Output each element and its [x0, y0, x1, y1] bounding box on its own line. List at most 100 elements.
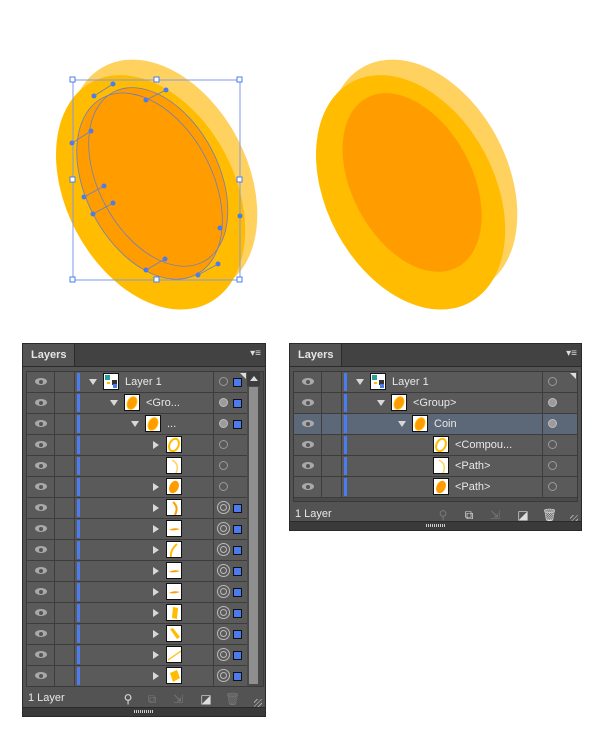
panel-resize-bar[interactable] [290, 521, 581, 530]
layer-name[interactable]: Layer 1 [392, 372, 429, 392]
selection-indicator[interactable] [233, 651, 242, 660]
create-sublayer-icon[interactable]: ⇲ [488, 508, 502, 522]
visibility-toggle[interactable] [27, 603, 55, 623]
lock-toggle[interactable] [55, 519, 75, 539]
target-icon[interactable] [219, 440, 228, 449]
target-cell[interactable] [542, 393, 577, 413]
selection-indicator[interactable] [233, 546, 242, 555]
target-icon[interactable] [217, 648, 230, 661]
layer-name[interactable]: <Path> [455, 477, 490, 497]
visibility-toggle[interactable] [294, 372, 322, 392]
layer-row[interactable] [27, 519, 247, 540]
lock-toggle[interactable] [55, 435, 75, 455]
create-new-layer-icon[interactable]: ◪ [516, 508, 530, 522]
layer-row[interactable] [27, 561, 247, 582]
visibility-toggle[interactable] [27, 582, 55, 602]
locate-object-icon[interactable]: ⚲ [436, 508, 450, 522]
disclosure-collapsed-icon[interactable] [153, 609, 159, 617]
disclosure-expanded-icon[interactable] [110, 400, 118, 406]
disclosure-collapsed-icon[interactable] [153, 588, 159, 596]
layer-row[interactable] [27, 624, 247, 645]
disclosure-expanded-icon[interactable] [89, 379, 97, 385]
layers-tab[interactable]: Layers [290, 344, 343, 366]
visibility-toggle[interactable] [294, 435, 322, 455]
layer-row[interactable] [27, 603, 247, 624]
layer-name[interactable]: ... [167, 414, 176, 434]
disclosure-expanded-icon[interactable] [131, 421, 139, 427]
visibility-toggle[interactable] [27, 645, 55, 665]
layer-name[interactable]: <Path> [455, 456, 490, 476]
target-cell[interactable] [213, 477, 247, 497]
disclosure-collapsed-icon[interactable] [153, 672, 159, 680]
disclosure-expanded-icon[interactable] [398, 421, 406, 427]
layer-row[interactable] [27, 498, 247, 519]
lock-toggle[interactable] [55, 498, 75, 518]
visibility-toggle[interactable] [294, 393, 322, 413]
target-cell[interactable] [542, 414, 577, 434]
visibility-toggle[interactable] [27, 414, 55, 434]
lock-toggle[interactable] [55, 603, 75, 623]
disclosure-collapsed-icon[interactable] [153, 504, 159, 512]
target-icon[interactable] [217, 522, 230, 535]
selection-indicator[interactable] [233, 588, 242, 597]
disclosure-collapsed-icon[interactable] [153, 651, 159, 659]
visibility-toggle[interactable] [27, 519, 55, 539]
make-clipping-mask-icon[interactable]: ⧉ [145, 692, 159, 706]
disclosure-collapsed-icon[interactable] [153, 441, 159, 449]
lock-toggle[interactable] [322, 393, 342, 413]
target-icon[interactable] [219, 419, 228, 428]
layer-name[interactable]: <Group> [413, 393, 456, 413]
target-cell[interactable] [213, 456, 247, 476]
lock-toggle[interactable] [322, 414, 342, 434]
layer-row[interactable] [27, 540, 247, 561]
selection-indicator[interactable] [233, 378, 242, 387]
target-icon[interactable] [217, 564, 230, 577]
layer-name[interactable]: Layer 1 [125, 372, 162, 392]
layer-row[interactable]: Layer 1 [27, 372, 247, 393]
target-icon[interactable] [548, 461, 557, 470]
target-cell[interactable] [213, 414, 247, 434]
layer-row[interactable]: <Path> [294, 456, 577, 477]
target-icon[interactable] [217, 669, 230, 682]
target-cell[interactable] [213, 519, 247, 539]
target-cell[interactable] [213, 435, 247, 455]
target-icon[interactable] [217, 606, 230, 619]
layer-name[interactable]: <Compou... [455, 435, 512, 455]
visibility-toggle[interactable] [27, 561, 55, 581]
selection-indicator[interactable] [233, 420, 242, 429]
layer-row[interactable]: ... [27, 414, 247, 435]
target-icon[interactable] [548, 440, 557, 449]
resize-handle[interactable] [134, 710, 154, 713]
panel-resize-bar[interactable] [23, 707, 265, 716]
lock-toggle[interactable] [55, 414, 75, 434]
target-cell[interactable] [213, 603, 247, 623]
target-cell[interactable] [213, 540, 247, 560]
layer-row[interactable]: <Path> [294, 477, 577, 498]
lock-toggle[interactable] [55, 372, 75, 392]
visibility-toggle[interactable] [294, 414, 322, 434]
delete-icon[interactable]: 🗑 [542, 508, 557, 522]
target-cell[interactable] [213, 561, 247, 581]
target-icon[interactable] [548, 482, 557, 491]
selection-indicator[interactable] [233, 525, 242, 534]
selection-indicator[interactable] [233, 630, 242, 639]
target-icon[interactable] [219, 398, 228, 407]
delete-icon[interactable]: 🗑 [225, 692, 240, 706]
create-new-layer-icon[interactable]: ◪ [199, 692, 213, 706]
lock-toggle[interactable] [55, 624, 75, 644]
selection-indicator[interactable] [233, 399, 242, 408]
layer-row[interactable] [27, 645, 247, 666]
target-cell[interactable] [213, 645, 247, 665]
target-cell[interactable] [542, 456, 577, 476]
resize-handle[interactable] [425, 524, 446, 527]
target-icon[interactable] [217, 585, 230, 598]
target-cell[interactable] [213, 624, 247, 644]
lock-toggle[interactable] [55, 540, 75, 560]
visibility-toggle[interactable] [27, 393, 55, 413]
lock-toggle[interactable] [55, 561, 75, 581]
coin-artwork-selected[interactable] [40, 40, 280, 320]
layer-row[interactable]: <Compou... [294, 435, 577, 456]
lock-toggle[interactable] [322, 435, 342, 455]
lock-toggle[interactable] [55, 477, 75, 497]
visibility-toggle[interactable] [27, 477, 55, 497]
